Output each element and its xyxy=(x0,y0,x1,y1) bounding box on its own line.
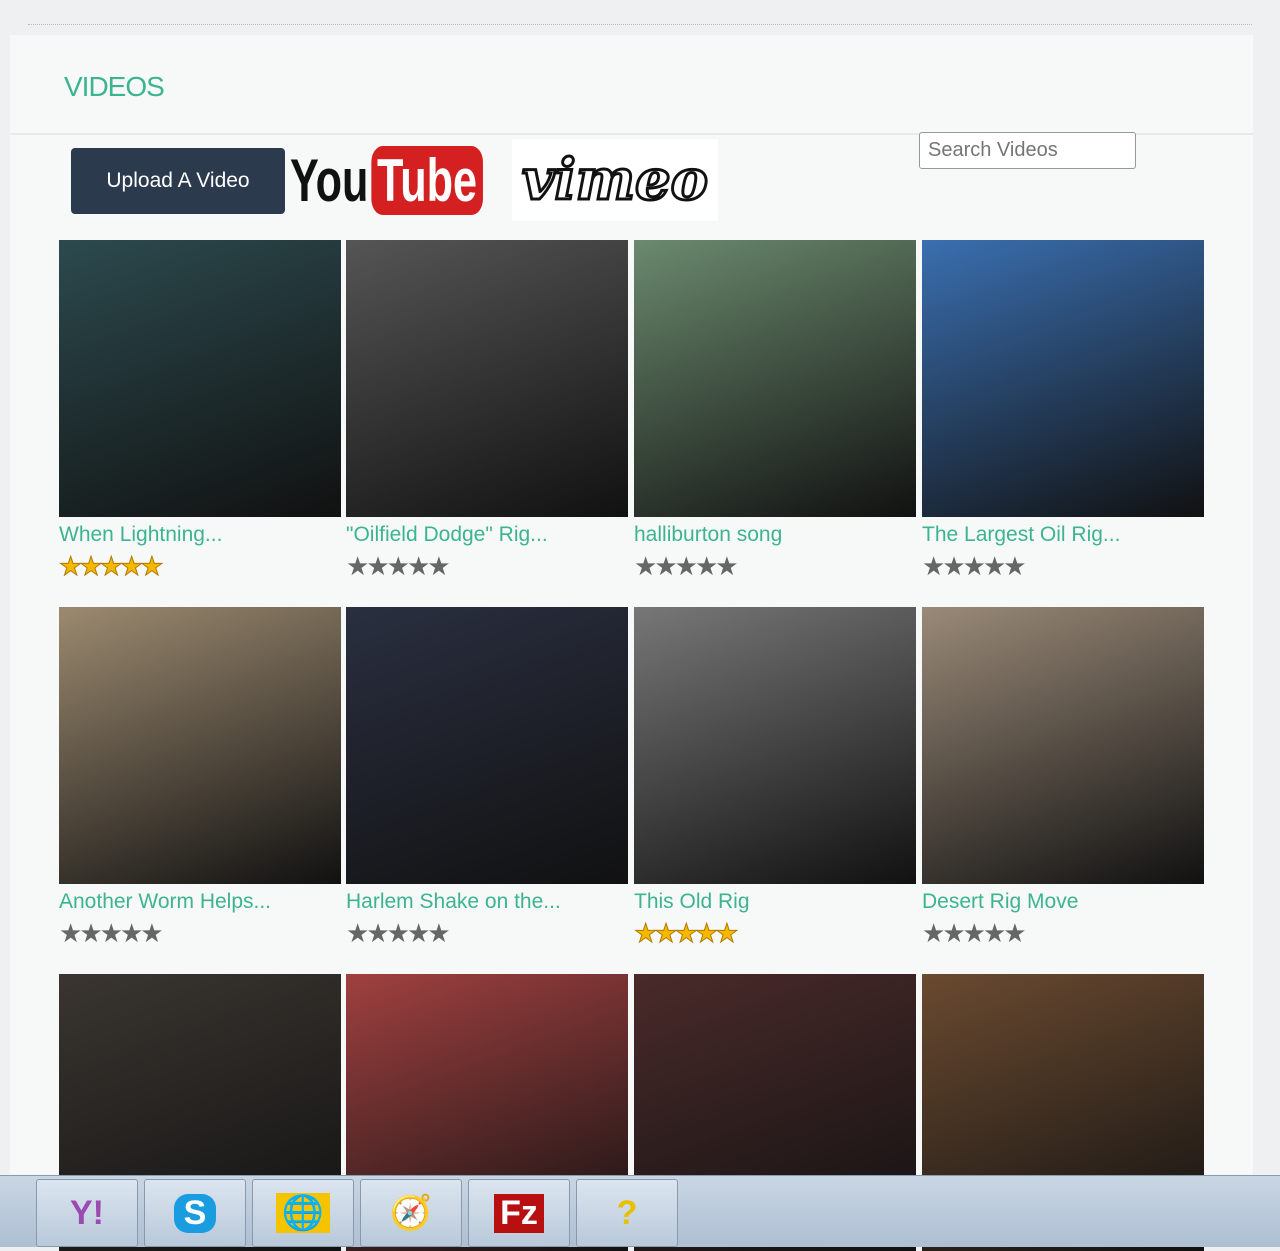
video-title-link[interactable]: Desert Rig Move xyxy=(922,890,1204,914)
star-icon[interactable]: ★ xyxy=(634,551,657,581)
star-icon[interactable]: ★ xyxy=(695,551,718,581)
help-document-icon[interactable]: ? xyxy=(576,1179,678,1247)
star-icon[interactable]: ★ xyxy=(963,918,986,948)
star-icon[interactable]: ★ xyxy=(366,551,389,581)
star-icon[interactable]: ★ xyxy=(140,918,163,948)
taskbar: Y! S 🌐 🧭 Fz ? xyxy=(0,1175,1280,1247)
star-icon[interactable]: ★ xyxy=(407,918,430,948)
video-card[interactable]: This Old Rig ★★★★★ xyxy=(633,607,916,948)
star-rating[interactable]: ★★★★★ xyxy=(922,920,1204,946)
video-card[interactable]: When Lightning... ★★★★★ xyxy=(58,240,341,581)
star-icon[interactable]: ★ xyxy=(366,918,389,948)
video-thumbnail[interactable] xyxy=(922,607,1204,884)
star-icon[interactable]: ★ xyxy=(633,918,657,948)
video-card[interactable]: The Largest Oil Rig... ★★★★★ xyxy=(922,240,1204,579)
skype-icon[interactable]: S xyxy=(144,1179,246,1247)
star-rating[interactable]: ★★★★★ xyxy=(346,553,628,579)
star-icon[interactable]: ★ xyxy=(942,918,965,948)
star-icon[interactable]: ★ xyxy=(346,551,369,581)
star-rating[interactable]: ★★★★★ xyxy=(58,551,341,581)
youtube-tube: Tube xyxy=(371,145,483,215)
panel-header: VIDEOS xyxy=(10,35,1253,135)
star-rating[interactable]: ★★★★★ xyxy=(922,553,1204,579)
star-rating[interactable]: ★★★★★ xyxy=(346,920,628,946)
star-icon[interactable]: ★ xyxy=(922,551,945,581)
video-card[interactable]: halliburton song ★★★★★ xyxy=(634,240,916,579)
video-title-link[interactable]: Harlem Shake on the... xyxy=(346,890,628,914)
video-thumbnail[interactable] xyxy=(346,240,628,517)
star-icon[interactable]: ★ xyxy=(674,918,698,948)
star-icon[interactable]: ★ xyxy=(100,918,123,948)
safari-compass-icon[interactable]: 🧭 xyxy=(360,1179,462,1247)
search-videos-input[interactable] xyxy=(919,132,1136,169)
star-icon[interactable]: ★ xyxy=(119,551,143,581)
star-icon[interactable]: ★ xyxy=(387,551,410,581)
video-thumbnail[interactable] xyxy=(922,240,1204,517)
star-icon[interactable]: ★ xyxy=(346,918,369,948)
youtube-logo[interactable]: You Tube xyxy=(290,139,483,221)
divider xyxy=(28,24,1252,25)
youtube-you: You xyxy=(290,146,369,214)
video-card[interactable]: "Oilfield Dodge" Rig... ★★★★★ xyxy=(346,240,628,579)
video-title-link[interactable]: When Lightning... xyxy=(59,523,341,547)
video-card[interactable]: Desert Rig Move ★★★★★ xyxy=(922,607,1204,946)
network-globe-icon[interactable]: 🌐 xyxy=(252,1179,354,1247)
video-thumbnail[interactable] xyxy=(59,607,341,884)
filezilla-icon[interactable]: Fz xyxy=(468,1179,570,1247)
star-icon[interactable]: ★ xyxy=(120,918,143,948)
yahoo-messenger-icon[interactable]: Y! xyxy=(36,1179,138,1247)
star-icon[interactable]: ★ xyxy=(427,551,450,581)
upload-video-button[interactable]: Upload A Video xyxy=(71,148,285,214)
video-title-link[interactable]: Another Worm Helps... xyxy=(59,890,341,914)
video-title-link[interactable]: This Old Rig xyxy=(634,890,916,914)
star-icon[interactable]: ★ xyxy=(427,918,450,948)
video-thumbnail[interactable] xyxy=(59,240,341,517)
star-icon[interactable]: ★ xyxy=(942,551,965,581)
page-title: VIDEOS xyxy=(64,71,165,102)
star-icon[interactable]: ★ xyxy=(99,551,123,581)
vimeo-logo[interactable]: vimeo xyxy=(512,139,718,221)
star-icon[interactable]: ★ xyxy=(654,918,678,948)
star-icon[interactable]: ★ xyxy=(1003,551,1026,581)
star-icon[interactable]: ★ xyxy=(387,918,410,948)
star-icon[interactable]: ★ xyxy=(140,551,164,581)
video-title-link[interactable]: The Largest Oil Rig... xyxy=(922,523,1204,547)
video-thumbnail[interactable] xyxy=(346,607,628,884)
star-icon[interactable]: ★ xyxy=(407,551,430,581)
star-rating[interactable]: ★★★★★ xyxy=(59,920,341,946)
star-icon[interactable]: ★ xyxy=(963,551,986,581)
star-icon[interactable]: ★ xyxy=(58,551,82,581)
star-icon[interactable]: ★ xyxy=(983,918,1006,948)
star-icon[interactable]: ★ xyxy=(922,918,945,948)
star-icon[interactable]: ★ xyxy=(1003,918,1026,948)
star-icon[interactable]: ★ xyxy=(59,918,82,948)
star-icon[interactable]: ★ xyxy=(983,551,1006,581)
star-icon[interactable]: ★ xyxy=(675,551,698,581)
star-icon[interactable]: ★ xyxy=(715,918,739,948)
star-icon[interactable]: ★ xyxy=(79,551,103,581)
star-rating[interactable]: ★★★★★ xyxy=(634,553,916,579)
star-icon[interactable]: ★ xyxy=(79,918,102,948)
video-thumbnail[interactable] xyxy=(634,607,916,884)
star-icon[interactable]: ★ xyxy=(654,551,677,581)
video-title-link[interactable]: "Oilfield Dodge" Rig... xyxy=(346,523,628,547)
star-icon[interactable]: ★ xyxy=(715,551,738,581)
video-card[interactable]: Another Worm Helps... ★★★★★ xyxy=(59,607,341,946)
video-card[interactable]: Harlem Shake on the... ★★★★★ xyxy=(346,607,628,946)
star-rating[interactable]: ★★★★★ xyxy=(633,918,916,948)
star-icon[interactable]: ★ xyxy=(694,918,718,948)
video-thumbnail[interactable] xyxy=(634,240,916,517)
video-title-link[interactable]: halliburton song xyxy=(634,523,916,547)
